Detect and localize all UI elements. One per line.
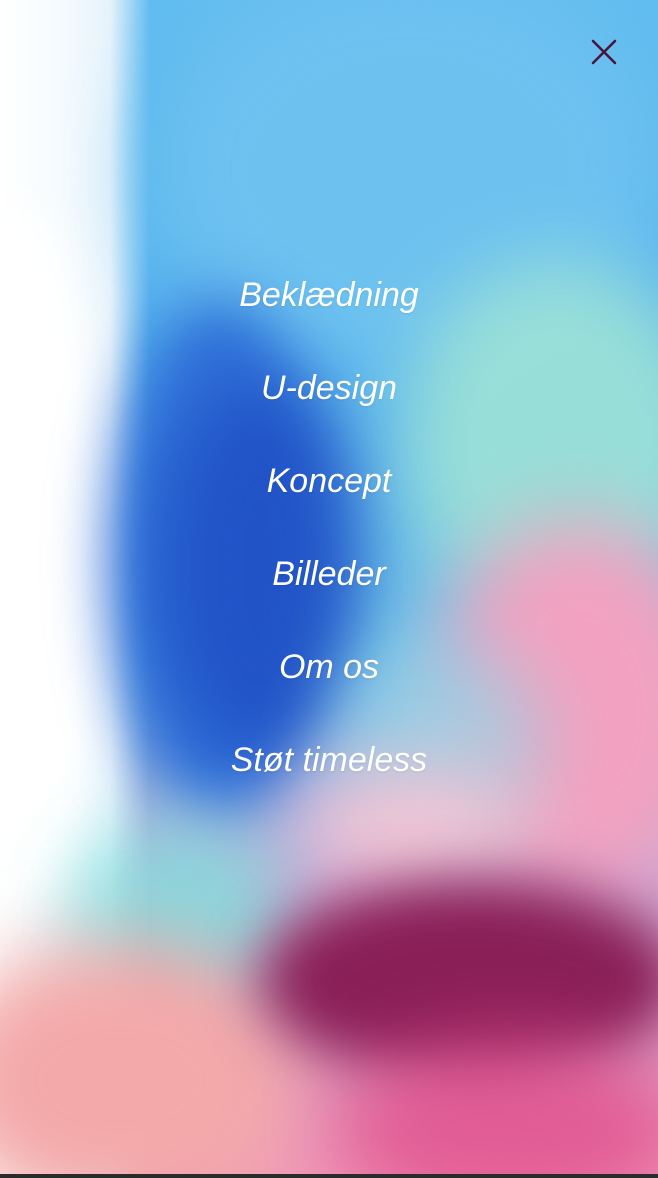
close-button[interactable] (584, 32, 624, 72)
menu-item-om-os[interactable]: Om os (279, 640, 379, 694)
close-icon (591, 39, 617, 65)
main-menu: Beklædning U-design Koncept Billeder Om … (0, 268, 658, 826)
menu-item-stoet-timeless[interactable]: Støt timeless (231, 733, 427, 787)
menu-item-koncept[interactable]: Koncept (267, 454, 392, 508)
menu-item-beklaedning[interactable]: Beklædning (239, 268, 419, 322)
menu-item-billeder[interactable]: Billeder (272, 547, 385, 601)
menu-item-u-design[interactable]: U-design (261, 361, 397, 415)
menu-overlay: Beklædning U-design Koncept Billeder Om … (0, 0, 658, 1178)
bottom-edge (0, 1174, 658, 1178)
